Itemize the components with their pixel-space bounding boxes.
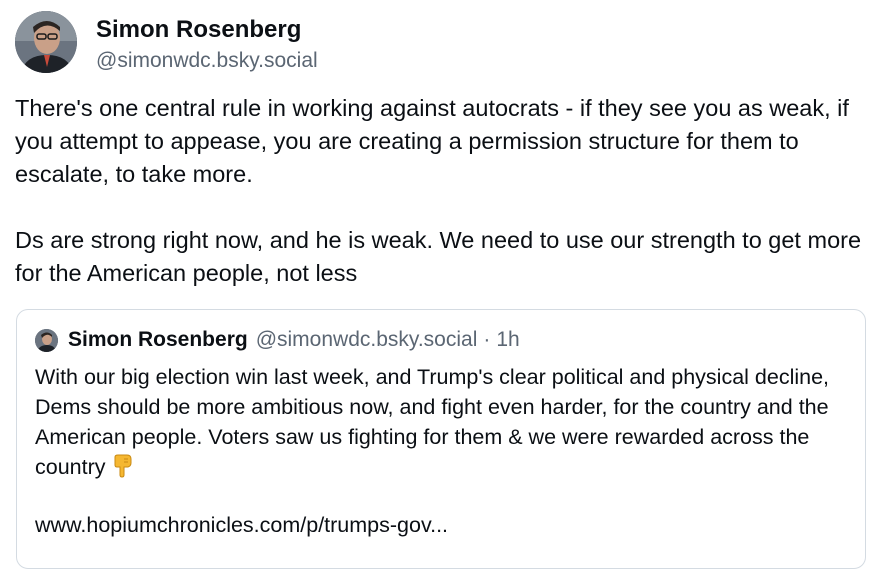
avatar-photo-icon [15,11,77,73]
quoted-author-avatar[interactable] [35,328,58,352]
author-handle[interactable]: @simonwdc.bsky.social [96,47,318,75]
quoted-post-time[interactable]: 1h [496,328,519,352]
backhand-index-pointing-down-icon [112,454,134,486]
author-avatar[interactable] [15,11,77,73]
separator-dot: · [483,328,491,351]
author-display-name[interactable]: Simon Rosenberg [96,15,318,45]
quoted-author-handle[interactable]: @simonwdc.bsky.social [256,328,478,352]
post-paragraph: Ds are strong right now, and he is weak.… [15,227,862,286]
quoted-post-text: With our big election win last week, and… [35,362,850,486]
quoted-post-body: With our big election win last week, and… [35,365,830,479]
quoted-post-link[interactable]: www.hopiumchronicles.com/p/trumps-gov... [35,510,448,540]
quoted-post-card[interactable]: Simon Rosenberg @simonwdc.bsky.social · … [16,309,866,569]
avatar-photo-icon [35,328,58,352]
quoted-author-display-name[interactable]: Simon Rosenberg [68,328,248,352]
post-paragraph: There's one central rule in working agai… [15,95,849,187]
quoted-post-header: Simon Rosenberg @simonwdc.bsky.social · … [35,328,520,352]
post-header: Simon Rosenberg @simonwdc.bsky.social [15,11,318,75]
post-text: There's one central rule in working agai… [15,92,875,290]
